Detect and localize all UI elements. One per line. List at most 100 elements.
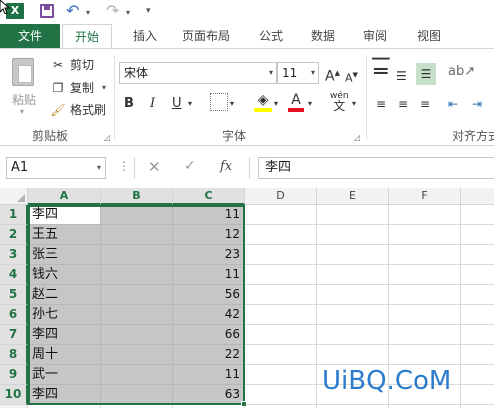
cell-name[interactable]: 钱六	[28, 265, 101, 285]
cell-empty[interactable]	[389, 225, 461, 245]
font-launcher-icon[interactable]: ◿	[354, 133, 360, 142]
column-header-d[interactable]: D	[245, 188, 317, 205]
cell-empty[interactable]	[317, 285, 389, 305]
cell-value[interactable]: 63	[173, 385, 245, 405]
tab-insert[interactable]: 插入	[128, 24, 162, 48]
tab-view[interactable]: 视图	[412, 24, 446, 48]
underline-dropdown-icon[interactable]: ▾	[188, 95, 192, 113]
cell-empty[interactable]	[101, 385, 173, 405]
align-middle-icon[interactable]: ☰	[396, 67, 407, 85]
cell-empty[interactable]	[389, 245, 461, 265]
cell-empty[interactable]	[389, 345, 461, 365]
italic-button[interactable]: I	[150, 95, 155, 113]
row-header-3[interactable]: 3	[0, 245, 28, 265]
font-color-icon[interactable]: A	[288, 92, 304, 112]
tab-review[interactable]: 审阅	[358, 24, 392, 48]
undo-icon[interactable]: ↶	[66, 1, 79, 20]
cell-empty[interactable]	[101, 345, 173, 365]
cell-empty[interactable]	[389, 325, 461, 345]
row-header-1[interactable]: 1	[0, 205, 28, 225]
cell-name[interactable]: 周十	[28, 345, 101, 365]
font-name-select[interactable]: 宋体 ▾	[119, 62, 277, 84]
cell-value[interactable]: 11	[173, 205, 245, 225]
phonetic-dropdown-icon[interactable]: ▾	[352, 95, 356, 113]
row-header-5[interactable]: 5	[0, 285, 28, 305]
cell-empty[interactable]	[461, 305, 494, 325]
cell-empty[interactable]	[389, 305, 461, 325]
cancel-icon[interactable]: ✕	[148, 158, 161, 176]
align-top-icon[interactable]: ▔▔ ━━ ━━	[372, 59, 389, 79]
cell-empty[interactable]	[245, 325, 317, 345]
cell-empty[interactable]	[101, 245, 173, 265]
cell-empty[interactable]	[245, 385, 317, 405]
cell-empty[interactable]	[245, 345, 317, 365]
increase-indent-icon[interactable]: ⇥	[472, 95, 482, 113]
cell-empty[interactable]	[245, 205, 317, 225]
cell-empty[interactable]	[317, 305, 389, 325]
cell-empty[interactable]	[317, 345, 389, 365]
cell-empty[interactable]	[317, 265, 389, 285]
cell-empty[interactable]	[317, 245, 389, 265]
grow-font-button[interactable]: A▲	[325, 64, 340, 86]
cell-empty[interactable]	[101, 225, 173, 245]
cell-empty[interactable]	[101, 365, 173, 385]
cell-empty[interactable]	[389, 265, 461, 285]
bold-button[interactable]: B	[124, 95, 134, 113]
tab-page-layout[interactable]: 页面布局	[178, 24, 234, 48]
align-bottom-icon[interactable]: ☰	[416, 63, 436, 85]
cell-empty[interactable]	[461, 265, 494, 285]
tab-home[interactable]: 开始	[62, 24, 112, 49]
cell-empty[interactable]	[245, 225, 317, 245]
paste-button-label[interactable]: 粘贴	[12, 91, 36, 108]
cell-empty[interactable]	[101, 305, 173, 325]
row-header-9[interactable]: 9	[0, 365, 28, 385]
save-icon[interactable]	[40, 4, 54, 18]
cell-empty[interactable]	[317, 325, 389, 345]
column-header-e[interactable]: E	[317, 188, 389, 205]
tab-formulas[interactable]: 公式	[254, 24, 288, 48]
column-header-c[interactable]: C	[173, 188, 245, 205]
format-painter-button[interactable]: 🖌 格式刷	[50, 101, 106, 118]
fill-color-icon[interactable]: ◈	[254, 92, 272, 112]
phonetic-guide-button[interactable]: wén 文	[330, 91, 349, 113]
cell-empty[interactable]	[461, 345, 494, 365]
cut-button[interactable]: ✂ 剪切	[50, 56, 94, 73]
paste-icon[interactable]	[12, 58, 34, 86]
cell-empty[interactable]	[461, 225, 494, 245]
insert-function-button[interactable]: fx	[220, 159, 232, 174]
column-header-f[interactable]: F	[389, 188, 461, 205]
border-icon[interactable]	[210, 93, 228, 111]
row-header-7[interactable]: 7	[0, 325, 28, 345]
fill-color-dropdown-icon[interactable]: ▾	[274, 95, 278, 113]
formula-input[interactable]: 李四	[258, 157, 494, 179]
cell-name[interactable]: 王五	[28, 225, 101, 245]
cell-value[interactable]: 22	[173, 345, 245, 365]
cell-empty[interactable]	[245, 305, 317, 325]
align-center-icon[interactable]: ≡	[398, 95, 408, 113]
row-header-8[interactable]: 8	[0, 345, 28, 365]
cell-name[interactable]: 武一	[28, 365, 101, 385]
copy-button[interactable]: ❐ 复制 ▾	[50, 79, 106, 96]
cell-name[interactable]: 李四	[28, 325, 101, 345]
tab-data[interactable]: 数据	[306, 24, 340, 48]
shrink-font-button[interactable]: A▼	[345, 66, 358, 88]
align-left-icon[interactable]: ≡	[376, 95, 386, 113]
fill-handle[interactable]	[241, 401, 247, 407]
cell-name[interactable]: 李四	[28, 385, 101, 405]
clipboard-launcher-icon[interactable]: ◿	[104, 133, 110, 142]
cell-name[interactable]: 张三	[28, 245, 101, 265]
decrease-indent-icon[interactable]: ⇤	[448, 95, 458, 113]
cell-empty[interactable]	[245, 285, 317, 305]
cell-empty[interactable]	[461, 385, 494, 405]
cell-empty[interactable]	[101, 265, 173, 285]
cell-empty[interactable]	[101, 325, 173, 345]
cell-value[interactable]: 56	[173, 285, 245, 305]
name-box[interactable]: A1 ▾	[6, 157, 106, 179]
copy-dropdown-icon[interactable]: ▾	[102, 83, 106, 92]
cell-value[interactable]: 11	[173, 265, 245, 285]
align-right-icon[interactable]: ≡	[420, 95, 430, 113]
row-header-10[interactable]: 10	[0, 385, 28, 405]
cell-empty[interactable]	[389, 285, 461, 305]
select-all-button[interactable]	[0, 188, 28, 205]
row-header-2[interactable]: 2	[0, 225, 28, 245]
